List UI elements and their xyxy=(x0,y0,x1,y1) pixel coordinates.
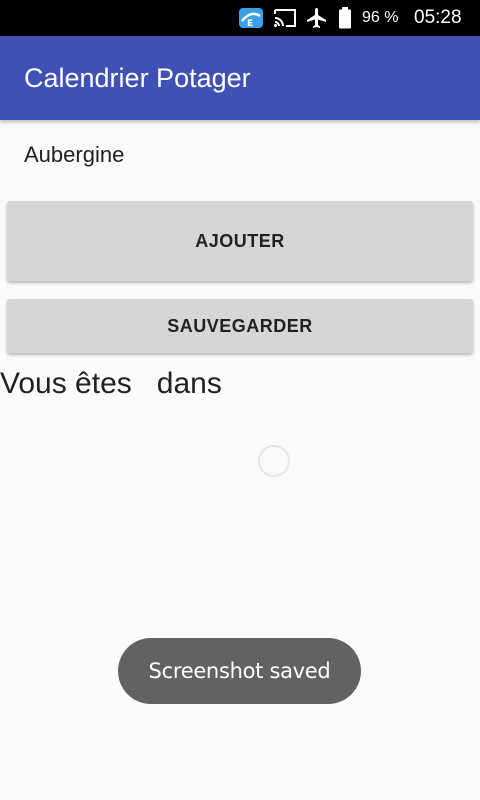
app-bar: Calendrier Potager xyxy=(0,36,480,120)
plant-name-label: Aubergine xyxy=(24,142,125,167)
battery-icon xyxy=(338,0,352,36)
status-bar: E 96 % 05:28 xyxy=(0,0,480,36)
toast-message: Screenshot saved xyxy=(118,638,361,704)
airplane-mode-icon xyxy=(305,0,329,36)
status-clock: 05:28 xyxy=(414,7,462,28)
loading-spinner-icon xyxy=(258,445,290,477)
location-text: Vous êtes dans xyxy=(0,367,222,400)
save-button[interactable]: SAUVEGARDER xyxy=(7,299,473,353)
add-button[interactable]: AJOUTER xyxy=(7,201,473,281)
app-title: Calendrier Potager xyxy=(24,62,251,93)
cast-icon xyxy=(273,0,297,36)
battery-percent: 96 % xyxy=(362,9,399,26)
svg-text:E: E xyxy=(247,19,253,29)
file-explorer-icon: E xyxy=(238,0,264,36)
